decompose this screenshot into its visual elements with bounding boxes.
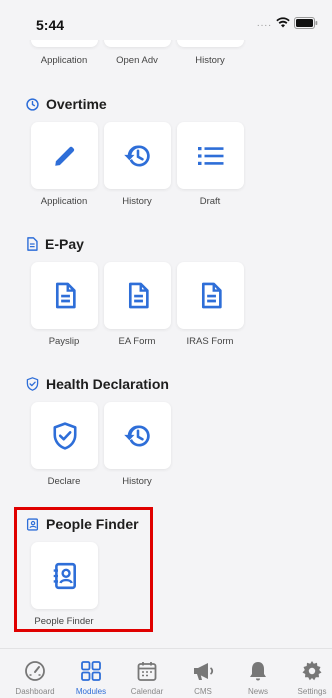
health-history-tile[interactable]: [104, 402, 171, 469]
overtime-history-tile[interactable]: [104, 122, 171, 189]
grid-icon: [81, 661, 101, 681]
status-time: 5:44: [36, 17, 65, 33]
overtime-application-tile[interactable]: [31, 122, 98, 189]
overtime-draft-tile[interactable]: [177, 122, 244, 189]
epay-payslip-tile[interactable]: [31, 262, 98, 329]
gauge-icon: [25, 661, 45, 681]
history-icon: [123, 424, 150, 446]
nav-label: Settings: [297, 687, 327, 696]
bell-icon: [250, 662, 266, 681]
document-icon: [201, 282, 222, 309]
document-icon: [55, 282, 76, 309]
tile-label: History: [122, 476, 152, 487]
document-icon: [27, 237, 38, 251]
nav-item-dashboard[interactable]: Dashboard: [7, 649, 63, 698]
nav-label: Modules: [75, 687, 107, 696]
tile-label: History: [195, 55, 225, 66]
section-health-title: Health Declaration: [26, 376, 169, 392]
shield-check-icon: [26, 377, 39, 391]
tile-label: Draft: [199, 196, 221, 207]
status-icons: ....: [257, 16, 318, 29]
nav-item-cms[interactable]: CMS: [175, 649, 231, 698]
section-title-text: E-Pay: [45, 236, 84, 252]
nav-item-modules[interactable]: Modules: [63, 649, 119, 698]
clock-icon: [26, 97, 39, 111]
health-declare-tile[interactable]: [31, 402, 98, 469]
nav-label: Dashboard: [15, 687, 55, 696]
section-epay-title: E-Pay: [26, 236, 84, 252]
epay-iras-form-tile[interactable]: [177, 262, 244, 329]
list-icon: [197, 146, 223, 165]
calendar-icon: [137, 662, 157, 681]
signal-dots: ....: [256, 18, 272, 29]
tile-label: IRAS Form: [186, 336, 234, 347]
nav-item-calendar[interactable]: Calendar: [119, 649, 175, 698]
nav-label: Calendar: [130, 687, 164, 696]
section-title-text: Health Declaration: [46, 376, 169, 392]
wifi-icon: [276, 17, 290, 28]
history-icon: [123, 144, 150, 166]
epay-ea-form-tile[interactable]: [104, 262, 171, 329]
pencil-icon: [54, 146, 74, 166]
section-title-text: Overtime: [46, 96, 107, 112]
nav-label: CMS: [194, 687, 212, 696]
battery-icon: [294, 16, 318, 29]
nav-label: News: [247, 687, 268, 696]
bottom-nav: Dashboard Modules Calendar CMS News Sett…: [0, 648, 332, 698]
nav-item-news[interactable]: News: [230, 649, 286, 698]
document-icon: [128, 282, 149, 309]
shield-check-icon: [52, 421, 77, 450]
people-finder-highlight-box: [14, 507, 153, 632]
gear-icon: [302, 661, 322, 681]
section-overtime-title: Overtime: [26, 96, 107, 112]
megaphone-icon: [194, 663, 214, 680]
nav-item-settings[interactable]: Settings: [284, 649, 332, 698]
status-bar: 5:44 ....: [0, 0, 332, 40]
